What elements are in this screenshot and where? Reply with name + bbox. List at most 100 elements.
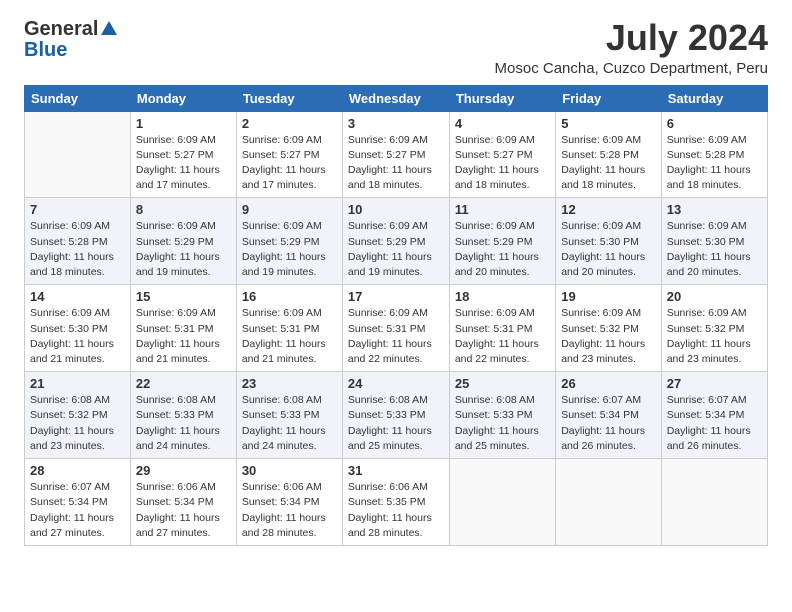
daylight-text: Daylight: 11 hours and 22 minutes. [348, 338, 432, 365]
sunset-text: Sunset: 5:29 PM [242, 236, 320, 248]
logo-triangle-icon [101, 21, 117, 40]
sunset-text: Sunset: 5:33 PM [136, 409, 214, 421]
table-row: 13Sunrise: 6:09 AMSunset: 5:30 PMDayligh… [661, 198, 767, 285]
day-info: Sunrise: 6:07 AMSunset: 5:34 PMDaylight:… [30, 480, 125, 541]
day-number: 29 [136, 463, 231, 478]
calendar-week-row: 21Sunrise: 6:08 AMSunset: 5:32 PMDayligh… [25, 372, 768, 459]
day-info: Sunrise: 6:06 AMSunset: 5:34 PMDaylight:… [136, 480, 231, 541]
table-row: 25 Sunrise: 6:08 AM Sunset: 5:33 PM Dayligh… [449, 372, 555, 459]
sunrise-text: Sunrise: 6:06 AM [136, 481, 216, 493]
table-row: 26Sunrise: 6:07 AMSunset: 5:34 PMDayligh… [556, 372, 662, 459]
sunset-text: Sunset: 5:27 PM [455, 149, 533, 161]
daylight-text: Daylight: 11 hours and 18 minutes. [30, 251, 114, 278]
day-info: Sunrise: 6:08 AMSunset: 5:32 PMDaylight:… [30, 393, 125, 454]
daylight-text: Daylight: 11 hours and 18 minutes. [667, 164, 751, 191]
sunrise-text: Sunrise: 6:08 AM [455, 394, 535, 406]
day-number: 19 [561, 289, 656, 304]
sunrise-text: Sunrise: 6:09 AM [667, 134, 747, 146]
calendar-header-row: Sunday Monday Tuesday Wednesday Thursday… [25, 85, 768, 111]
day-number: 13 [667, 202, 762, 217]
location: Mosoc Cancha, Cuzco Department, Peru [495, 60, 768, 77]
day-number: 26 [561, 376, 656, 391]
daylight-text: Daylight: 11 hours and 18 minutes. [561, 164, 645, 191]
sunrise-text: Sunrise: 6:09 AM [667, 220, 747, 232]
daylight-text: Daylight: 11 hours and 17 minutes. [136, 164, 220, 191]
table-row [661, 459, 767, 546]
sunset-text: Sunset: 5:32 PM [30, 409, 108, 421]
day-info: Sunrise: 6:08 AMSunset: 5:33 PMDaylight:… [348, 393, 444, 454]
daylight-text: Daylight: 11 hours and 28 minutes. [348, 512, 432, 539]
day-number: 6 [667, 116, 762, 131]
table-row: 4Sunrise: 6:09 AMSunset: 5:27 PMDaylight… [449, 111, 555, 198]
day-number: 14 [30, 289, 125, 304]
table-row: 1 Sunrise: 6:09 AMSunset: 5:27 PMDaylight… [130, 111, 236, 198]
table-row [25, 111, 131, 198]
sunset-text: Sunset: 5:31 PM [455, 323, 533, 335]
day-number: 9 [242, 202, 337, 217]
table-row: 2Sunrise: 6:09 AMSunset: 5:27 PMDaylight… [236, 111, 342, 198]
sunset-text: Sunset: 5:31 PM [348, 323, 426, 335]
day-number: 16 [242, 289, 337, 304]
table-row: 29 Sunrise: 6:06 AMSunset: 5:34 PMDayligh… [130, 459, 236, 546]
day-number: 25 [455, 376, 550, 391]
sunset-text: Sunset: 5:29 PM [455, 236, 533, 248]
day-info: Sunrise: 6:07 AMSunset: 5:34 PMDaylight:… [667, 393, 762, 454]
daylight-text: Daylight: 11 hours and 24 minutes. [136, 425, 220, 452]
calendar-week-row: 14 Sunrise: 6:09 AM Sunset: 5:30 PM Dayligh… [25, 285, 768, 372]
day-number: 31 [348, 463, 444, 478]
day-info: Sunrise: 6:09 AM Sunset: 5:27 PM Daylight:… [455, 133, 550, 194]
table-row: 6Sunrise: 6:09 AMSunset: 5:28 PMDaylight… [661, 111, 767, 198]
daylight-text: Daylight: 11 hours and 19 minutes. [136, 251, 220, 278]
sunset-text: Sunset: 5:30 PM [30, 323, 108, 335]
sunset-text: Sunset: 5:31 PM [242, 323, 320, 335]
day-number: 1 [136, 116, 231, 131]
header-saturday: Saturday [661, 85, 767, 111]
day-number: 8 [136, 202, 231, 217]
day-number: 18 [455, 289, 550, 304]
daylight-text: Daylight: 11 hours and 25 minutes. [455, 425, 539, 452]
sunset-text: Sunset: 5:28 PM [30, 236, 108, 248]
day-info: Sunrise: 6:09 AMSunset: 5:30 PMDaylight:… [667, 219, 762, 280]
day-info: Sunrise: 6:09 AMSunset: 5:31 PMDaylight:… [455, 306, 550, 367]
table-row: 5Sunrise: 6:09 AMSunset: 5:28 PMDaylight… [556, 111, 662, 198]
sunrise-text: Sunrise: 6:09 AM [455, 134, 535, 146]
sunrise-text: Sunrise: 6:09 AM [667, 307, 747, 319]
sunrise-text: Sunrise: 6:09 AM [455, 220, 535, 232]
calendar-table: Sunday Monday Tuesday Wednesday Thursday… [24, 85, 768, 546]
sunrise-text: Sunrise: 6:07 AM [561, 394, 641, 406]
day-info: Sunrise: 6:09 AMSunset: 5:27 PMDaylight:… [136, 133, 231, 194]
daylight-text: Daylight: 11 hours and 19 minutes. [242, 251, 326, 278]
day-number: 15 [136, 289, 231, 304]
sunset-text: Sunset: 5:33 PM [348, 409, 426, 421]
header-thursday: Thursday [449, 85, 555, 111]
sunrise-text: Sunrise: 6:09 AM [561, 134, 641, 146]
sunset-text: Sunset: 5:33 PM [455, 409, 533, 421]
table-row: 14Sunrise: 6:09 AMSunset: 5:30 PMDayligh… [25, 285, 131, 372]
logo: General Blue [24, 18, 117, 62]
calendar-week-row: 1 Sunrise: 6:09 AM Sunset: 5:27 PM Daylight… [25, 111, 768, 198]
day-number: 12 [561, 202, 656, 217]
sunrise-text: Sunrise: 6:07 AM [667, 394, 747, 406]
day-info: Sunrise: 6:09 AMSunset: 5:32 PMDaylight:… [667, 306, 762, 367]
sunset-text: Sunset: 5:34 PM [561, 409, 639, 421]
sunset-text: Sunset: 5:29 PM [136, 236, 214, 248]
sunset-text: Sunset: 5:29 PM [348, 236, 426, 248]
logo-general: General [24, 18, 98, 41]
day-info: Sunrise: 6:09 AMSunset: 5:31 PMDaylight:… [348, 306, 444, 367]
sunrise-text: Sunrise: 6:09 AM [136, 134, 216, 146]
sunrise-text: Sunrise: 6:08 AM [136, 394, 216, 406]
sunset-text: Sunset: 5:34 PM [30, 496, 108, 508]
day-info: Sunrise: 6:08 AMSunset: 5:33 PMDaylight:… [242, 393, 337, 454]
daylight-text: Daylight: 11 hours and 20 minutes. [561, 251, 645, 278]
daylight-text: Daylight: 11 hours and 19 minutes. [348, 251, 432, 278]
sunrise-text: Sunrise: 6:07 AM [30, 481, 110, 493]
sunset-text: Sunset: 5:30 PM [667, 236, 745, 248]
month-title: July 2024 [495, 18, 768, 58]
day-info: Sunrise: 6:06 AMSunset: 5:34 PMDaylight:… [242, 480, 337, 541]
sunrise-text: Sunrise: 6:08 AM [242, 394, 322, 406]
header: General Blue July 2024 Mosoc Cancha, Cuz… [24, 18, 768, 77]
daylight-text: Daylight: 11 hours and 18 minutes. [455, 164, 539, 191]
sunrise-text: Sunrise: 6:06 AM [348, 481, 428, 493]
table-row: 12Sunrise: 6:09 AMSunset: 5:30 PMDayligh… [556, 198, 662, 285]
table-row: 27Sunrise: 6:07 AMSunset: 5:34 PMDayligh… [661, 372, 767, 459]
